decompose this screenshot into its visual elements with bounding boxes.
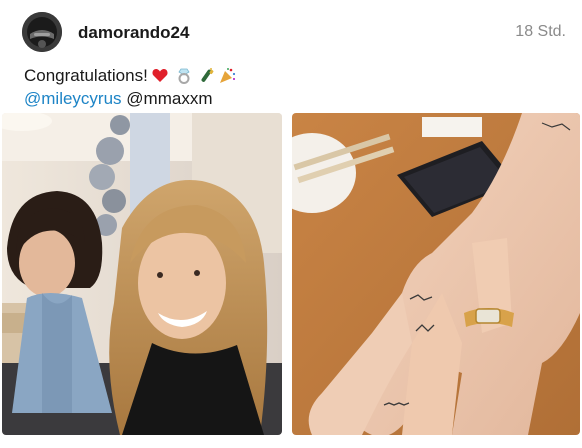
photo-couple-at-table[interactable] bbox=[2, 113, 282, 435]
mention-link[interactable]: @mileycyrus bbox=[24, 89, 122, 108]
caption-text: Congratulations! bbox=[24, 66, 148, 85]
username[interactable]: damorando24 bbox=[78, 23, 189, 43]
party-popper-icon bbox=[218, 67, 236, 85]
mention-text[interactable]: @mmaxxm bbox=[126, 89, 212, 108]
avatar[interactable] bbox=[22, 12, 62, 52]
ring-icon bbox=[176, 67, 192, 84]
post-header: damorando24 18 Std. bbox=[22, 12, 566, 54]
champagne-icon bbox=[196, 67, 214, 85]
timestamp: 18 Std. bbox=[515, 23, 566, 40]
photo-hand-with-ring[interactable] bbox=[292, 113, 580, 435]
heart-icon bbox=[152, 68, 168, 83]
avatar-helmet-icon bbox=[22, 12, 62, 52]
post-caption: Congratulations! @mileycyrus @mmaxxm bbox=[24, 64, 236, 110]
